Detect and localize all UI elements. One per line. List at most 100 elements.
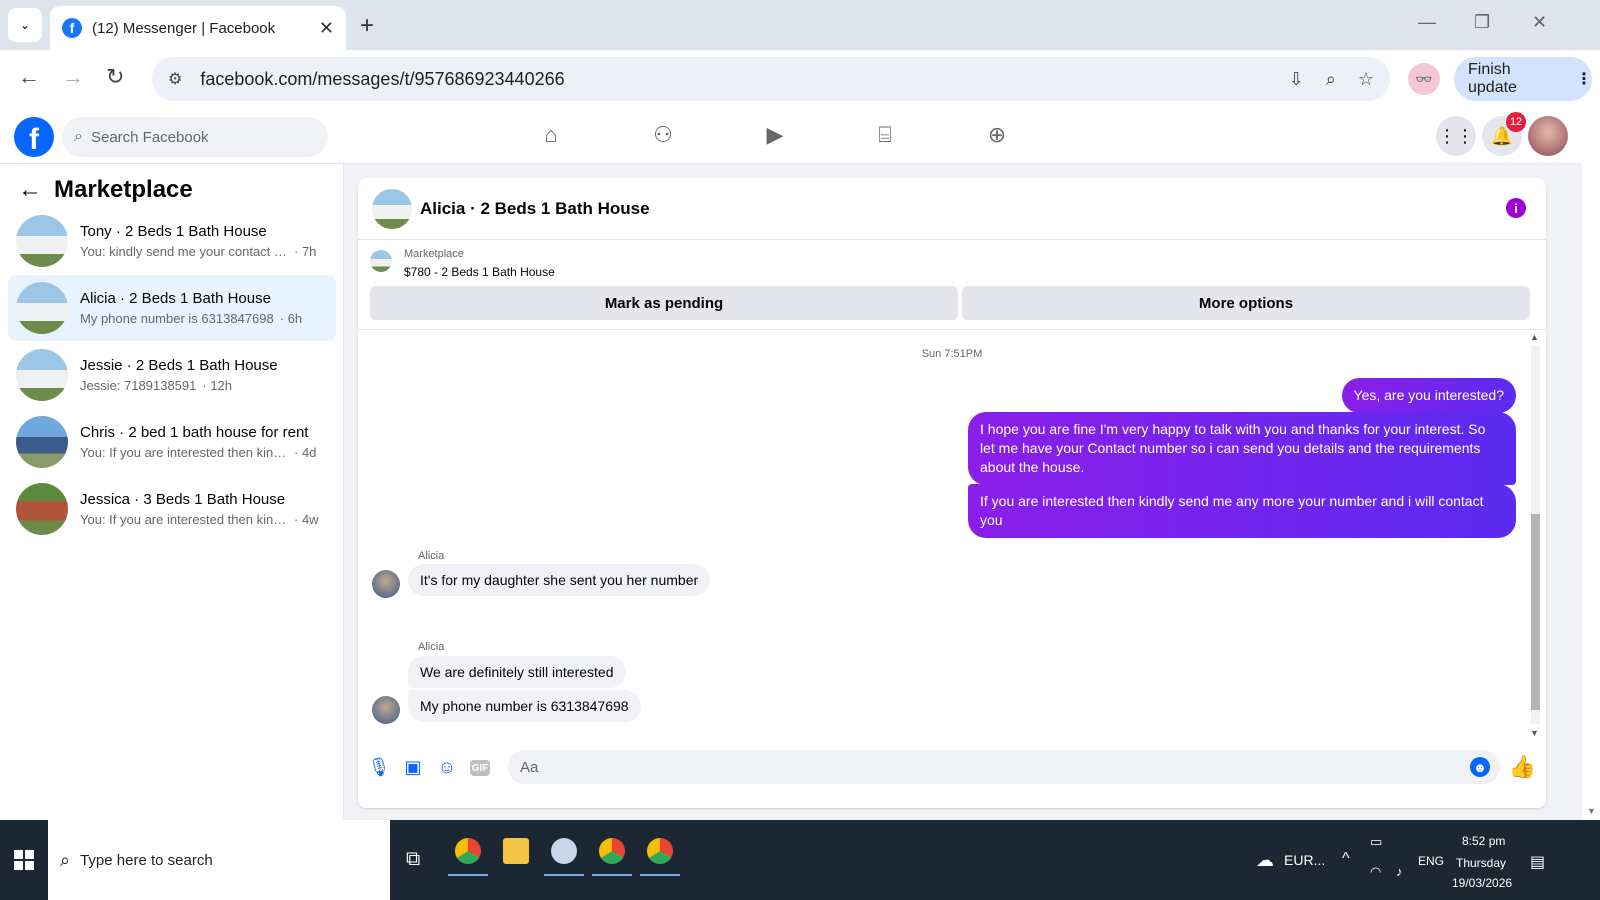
listing-title[interactable]: $780 - 2 Beds 1 Bath House bbox=[404, 265, 555, 279]
outgoing-message[interactable]: Yes, are you interested? bbox=[1341, 378, 1516, 413]
conversation-name: Alicia · 2 Beds 1 Bath House bbox=[80, 290, 271, 307]
volume-icon[interactable]: ♪ bbox=[1396, 864, 1403, 879]
new-tab-button[interactable]: + bbox=[360, 12, 374, 40]
chrome-app-icon[interactable] bbox=[448, 830, 488, 876]
install-icon[interactable]: ⇩ bbox=[1289, 69, 1304, 90]
facebook-logo-icon[interactable]: f bbox=[14, 117, 54, 157]
message-scrollbar[interactable]: ▲ ▼ bbox=[1528, 330, 1542, 740]
conversation-item[interactable]: Tony · 2 Beds 1 Bath House You: kindly s… bbox=[8, 208, 336, 274]
search-icon: ⌕ bbox=[60, 849, 71, 870]
chat-listing-thumbnail[interactable] bbox=[372, 188, 412, 229]
conversation-item[interactable]: Jessie · 2 Beds 1 Bath House Jessie: 718… bbox=[8, 342, 336, 408]
site-settings-icon[interactable]: ⚙ bbox=[168, 69, 182, 89]
app-icon[interactable] bbox=[544, 830, 584, 876]
restore-button[interactable]: ❐ bbox=[1474, 12, 1490, 33]
tray-chevron-icon[interactable]: ^ bbox=[1342, 850, 1350, 868]
search-icon: ⌕ bbox=[74, 128, 83, 145]
clock-day[interactable]: Thursday bbox=[1456, 856, 1506, 870]
bookmark-star-icon[interactable]: ☆ bbox=[1358, 69, 1374, 90]
close-tab-icon[interactable]: ✕ bbox=[319, 18, 334, 39]
scrollbar-thumb[interactable] bbox=[1531, 514, 1540, 710]
conversation-item-active[interactable]: Alicia · 2 Beds 1 Bath House My phone nu… bbox=[8, 275, 336, 341]
minimize-button[interactable]: — bbox=[1418, 12, 1436, 33]
sender-avatar[interactable] bbox=[372, 696, 400, 724]
clock-date[interactable]: 19/03/2026 bbox=[1452, 876, 1512, 890]
sticker-icon[interactable]: ☺ bbox=[436, 756, 458, 778]
chrome-profile-app-icon[interactable] bbox=[640, 830, 680, 876]
home-icon[interactable]: ⌂ bbox=[536, 122, 566, 150]
notification-center-icon[interactable]: ▤ bbox=[1530, 852, 1545, 872]
outgoing-message[interactable]: If you are interested then kindly send m… bbox=[968, 484, 1516, 538]
chrome-profile-app-icon[interactable] bbox=[592, 830, 632, 876]
conversation-name: Chris · 2 bed 1 bath house for rent bbox=[80, 424, 309, 441]
conversation-name: Jessica · 3 Beds 1 Bath House bbox=[80, 491, 286, 508]
taskbar-search-placeholder: Type here to search bbox=[80, 851, 213, 869]
finish-update-button[interactable]: Finish update ⋮ bbox=[1454, 57, 1592, 101]
battery-icon[interactable]: ▭ bbox=[1370, 834, 1382, 850]
facebook-search-input[interactable]: ⌕ Search Facebook bbox=[62, 117, 328, 157]
taskbar-search-input[interactable]: ⌕ Type here to search bbox=[48, 820, 390, 900]
forward-button[interactable]: → bbox=[62, 64, 84, 90]
zoom-icon[interactable]: ⌕ bbox=[1326, 69, 1336, 90]
tab-search-button[interactable]: ⌄ bbox=[8, 8, 42, 42]
close-window-button[interactable]: ✕ bbox=[1532, 12, 1547, 33]
marketplace-icon[interactable]: ⌸ bbox=[870, 122, 900, 150]
conversation-name: Jessie · 2 Beds 1 Bath House bbox=[80, 357, 278, 374]
image-icon[interactable]: ▣ bbox=[402, 756, 424, 778]
wifi-icon[interactable]: ◠ bbox=[1370, 864, 1381, 880]
conversation-time: · 4d bbox=[294, 445, 317, 460]
info-icon[interactable]: i bbox=[1506, 198, 1526, 218]
more-options-button[interactable]: More options bbox=[962, 286, 1530, 320]
conversation-preview: You: If you are interested then kindly .… bbox=[80, 512, 288, 527]
video-icon[interactable]: ▶ bbox=[760, 122, 790, 150]
chat-area: Alicia · 2 Beds 1 Bath House i Marketpla… bbox=[344, 164, 1582, 820]
finish-update-label: Finish update bbox=[1468, 61, 1517, 96]
incoming-message[interactable]: My phone number is 6313847698 bbox=[408, 690, 641, 722]
task-view-icon[interactable]: ⧉ bbox=[406, 848, 420, 871]
notification-badge: 12 bbox=[1506, 112, 1526, 132]
conversation-time: · 12h bbox=[202, 378, 233, 393]
conversation-time: · 7h bbox=[294, 244, 317, 259]
back-button[interactable]: ← bbox=[18, 64, 40, 90]
message-input[interactable]: Aa ☻ bbox=[508, 750, 1500, 784]
chat-title[interactable]: Alicia · 2 Beds 1 Bath House bbox=[420, 199, 650, 219]
panel-title: Marketplace bbox=[54, 176, 193, 203]
gaming-icon[interactable]: ⊕ bbox=[982, 122, 1012, 150]
incoming-message[interactable]: We are definitely still interested bbox=[408, 656, 626, 688]
url-text[interactable]: facebook.com/messages/t/957686923440266 bbox=[200, 69, 1266, 90]
menu-grid-icon[interactable]: ⋮⋮ bbox=[1436, 116, 1476, 156]
like-icon[interactable]: 👍 bbox=[1509, 754, 1536, 780]
address-bar[interactable]: ⚙ facebook.com/messages/t/95768692344026… bbox=[152, 57, 1390, 101]
language-indicator[interactable]: ENG bbox=[1418, 854, 1444, 868]
emoji-icon[interactable]: ☻ bbox=[1470, 757, 1490, 777]
mic-icon[interactable]: 🎙 bbox=[368, 756, 391, 778]
scroll-down-icon[interactable]: ▼ bbox=[1530, 728, 1539, 738]
outgoing-message[interactable]: I hope you are fine I'm very happy to ta… bbox=[968, 412, 1516, 485]
gif-icon[interactable]: GIF bbox=[470, 760, 490, 776]
chat-header: Alicia · 2 Beds 1 Bath House bbox=[358, 178, 1546, 240]
reload-button[interactable]: ↻ bbox=[106, 64, 124, 90]
incoming-message[interactable]: It's for my daughter she sent you her nu… bbox=[408, 564, 711, 596]
message-list: Sun 7:51PM Yes, are you interested? I ho… bbox=[358, 330, 1546, 740]
more-vert-icon: ⋮ bbox=[1576, 71, 1592, 88]
file-explorer-icon[interactable] bbox=[496, 830, 536, 872]
back-arrow-icon[interactable]: ← bbox=[18, 176, 42, 204]
conversation-item[interactable]: Jessica · 3 Beds 1 Bath House You: If yo… bbox=[8, 476, 336, 542]
clock-time[interactable]: 8:52 pm bbox=[1462, 834, 1505, 848]
sender-avatar[interactable] bbox=[372, 570, 400, 598]
mark-as-pending-button[interactable]: Mark as pending bbox=[370, 286, 958, 320]
message-placeholder: Aa bbox=[520, 758, 539, 776]
account-avatar[interactable] bbox=[1528, 116, 1568, 156]
weather-text[interactable]: EUR... bbox=[1284, 852, 1325, 868]
friends-icon[interactable]: ⚇ bbox=[648, 122, 678, 150]
page-scrollbar[interactable]: ▼ bbox=[1582, 108, 1600, 820]
marketplace-listing-strip: Marketplace $780 - 2 Beds 1 Bath House M… bbox=[358, 240, 1546, 330]
weather-icon[interactable]: ☁ bbox=[1256, 850, 1274, 871]
profile-avatar-icon[interactable]: 👓 bbox=[1408, 63, 1440, 95]
page-scroll-down-icon[interactable]: ▼ bbox=[1587, 806, 1596, 816]
listing-thumbnail bbox=[16, 483, 68, 535]
scroll-up-icon[interactable]: ▲ bbox=[1530, 332, 1539, 342]
conversation-item[interactable]: Chris · 2 bed 1 bath house for rent You:… bbox=[8, 409, 336, 475]
windows-start-icon[interactable] bbox=[14, 850, 34, 870]
browser-tab[interactable]: f (12) Messenger | Facebook ✕ bbox=[50, 6, 346, 50]
